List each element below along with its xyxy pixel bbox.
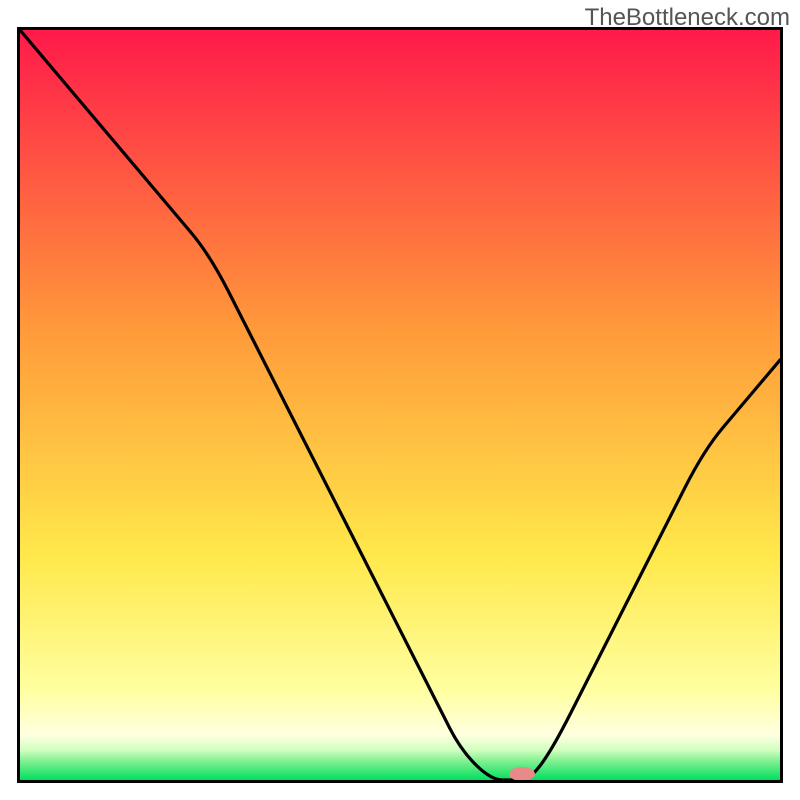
chart-container: TheBottleneck.com bbox=[0, 0, 800, 800]
operating-point-marker bbox=[509, 767, 535, 780]
watermark-text: TheBottleneck.com bbox=[585, 4, 790, 32]
plot-area bbox=[20, 30, 780, 780]
background-gradient bbox=[20, 30, 780, 780]
